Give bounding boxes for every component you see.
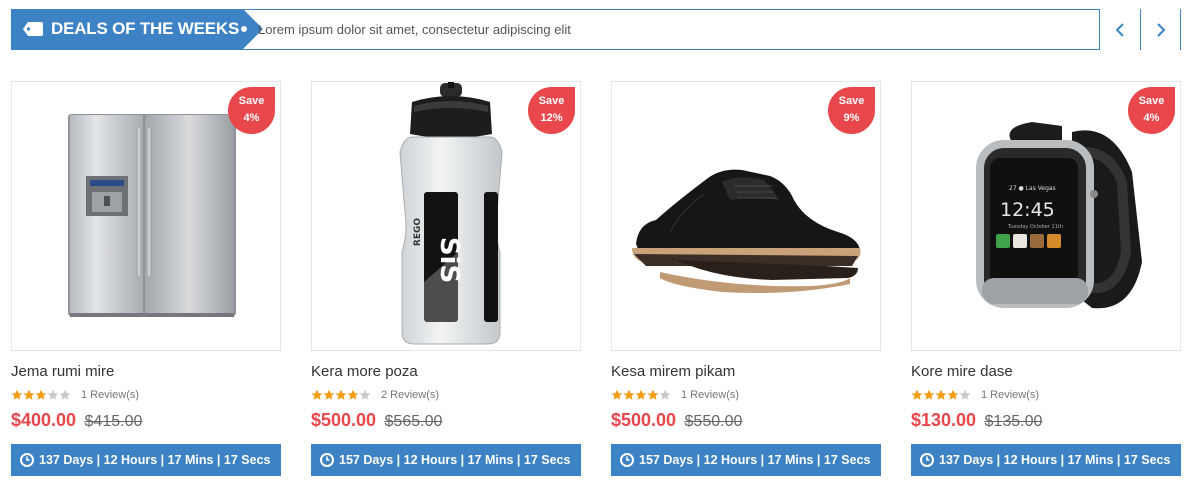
save-percent: 9%	[843, 112, 860, 124]
product-image-link[interactable]: Save 9%	[611, 81, 881, 351]
rating: 1 Review(s)	[911, 388, 1039, 402]
review-count: 2 Review(s)	[381, 389, 440, 401]
countdown-timer: 157 Days | 12 Hours | 17 Mins | 17 Secs	[611, 444, 881, 476]
star-filled-icon	[611, 389, 623, 400]
deals-title: DEALS OF THE WEEKS	[51, 19, 240, 38]
product-grid: Save 4% Jema rumi mire 1 Review(s) $400.…	[11, 81, 1181, 476]
countdown-text: 157 Days | 12 Hours | 17 Mins | 17 Secs	[639, 453, 871, 467]
star-empty-icon	[59, 389, 71, 400]
countdown-text: 137 Days | 12 Hours | 17 Mins | 17 Secs	[939, 453, 1171, 467]
clock-icon	[620, 453, 634, 467]
product-name-link[interactable]: Kore mire dase	[911, 363, 1013, 380]
star-filled-icon	[647, 389, 659, 400]
deals-header-bar: DEALS OF THE WEEKS Lorem ipsum dolor sit…	[11, 9, 1181, 50]
countdown-timer: 137 Days | 12 Hours | 17 Mins | 17 Secs	[911, 444, 1181, 476]
sale-price: $500.00	[611, 410, 677, 430]
save-label: Save	[238, 95, 265, 107]
old-price: $565.00	[384, 413, 443, 430]
star-filled-icon	[347, 389, 359, 400]
clock-icon	[20, 453, 34, 467]
product-card: SiS REGO Save 12% Kera more poza 2 Revie…	[311, 81, 581, 476]
save-percent: 12%	[540, 112, 563, 124]
save-percent: 4%	[1143, 112, 1160, 124]
watch-time: 12:45	[1000, 199, 1055, 221]
save-badge: Save 4%	[1128, 87, 1175, 134]
deals-title-tag: DEALS OF THE WEEKS	[11, 9, 263, 50]
chevron-right-icon	[1156, 22, 1165, 37]
clock-icon	[920, 453, 934, 467]
clock-icon	[320, 453, 334, 467]
svg-text:27 ● Las Vegas: 27 ● Las Vegas	[1009, 185, 1056, 192]
save-label: Save	[1138, 95, 1165, 107]
review-count: 1 Review(s)	[981, 389, 1040, 401]
prev-button[interactable]	[1099, 9, 1140, 50]
star-rating	[311, 389, 371, 401]
save-badge: Save 12%	[528, 87, 575, 134]
countdown-text: 157 Days | 12 Hours | 17 Mins | 17 Secs	[339, 453, 571, 467]
sale-price: $400.00	[11, 410, 77, 430]
old-price: $135.00	[984, 413, 1043, 430]
tag-dot	[241, 26, 247, 32]
save-percent: 4%	[243, 112, 260, 124]
star-filled-icon	[335, 389, 347, 400]
star-filled-icon	[947, 389, 959, 400]
save-label: Save	[838, 95, 865, 107]
product-card: 27 ● Las Vegas 12:45 Tuesday October 11t…	[911, 81, 1181, 476]
price-row: $130.00 $135.00	[911, 410, 1042, 431]
product-image-link[interactable]: 27 ● Las Vegas 12:45 Tuesday October 11t…	[911, 81, 1181, 351]
star-rating	[11, 389, 71, 401]
review-count: 1 Review(s)	[681, 389, 740, 401]
deals-description: Lorem ipsum dolor sit amet, consectetur …	[258, 22, 571, 37]
countdown-timer: 157 Days | 12 Hours | 17 Mins | 17 Secs	[311, 444, 581, 476]
star-empty-icon	[959, 389, 971, 400]
save-badge: Save 9%	[828, 87, 875, 134]
chevron-left-icon	[1115, 22, 1124, 37]
product-image-link[interactable]: SiS REGO Save 12%	[311, 81, 581, 351]
countdown-timer: 137 Days | 12 Hours | 17 Mins | 17 Secs	[11, 444, 281, 476]
tag-icon	[23, 22, 43, 36]
old-price: $415.00	[84, 413, 143, 430]
star-filled-icon	[323, 389, 335, 400]
product-name-link[interactable]: Kera more poza	[311, 363, 418, 380]
product-image-link[interactable]: Save 4%	[11, 81, 281, 351]
svg-text:REGO: REGO	[413, 218, 423, 246]
star-filled-icon	[911, 389, 923, 400]
product-card: Save 4% Jema rumi mire 1 Review(s) $400.…	[11, 81, 281, 476]
star-rating	[611, 389, 671, 401]
price-row: $500.00 $565.00	[311, 410, 442, 431]
sale-price: $130.00	[911, 410, 977, 430]
star-filled-icon	[923, 389, 935, 400]
save-label: Save	[538, 95, 565, 107]
rating: 1 Review(s)	[611, 388, 739, 402]
star-filled-icon	[935, 389, 947, 400]
old-price: $550.00	[684, 413, 743, 430]
star-filled-icon	[311, 389, 323, 400]
star-rating	[911, 389, 971, 401]
rating: 2 Review(s)	[311, 388, 439, 402]
star-filled-icon	[23, 389, 35, 400]
product-name-link[interactable]: Kesa mirem pikam	[611, 363, 735, 380]
countdown-text: 137 Days | 12 Hours | 17 Mins | 17 Secs	[39, 453, 271, 467]
rating: 1 Review(s)	[11, 388, 139, 402]
svg-text:Tuesday October 11th: Tuesday October 11th	[1007, 224, 1063, 230]
review-count: 1 Review(s)	[81, 389, 140, 401]
star-filled-icon	[623, 389, 635, 400]
save-badge: Save 4%	[228, 87, 275, 134]
price-row: $400.00 $415.00	[11, 410, 142, 431]
star-filled-icon	[635, 389, 647, 400]
svg-text:SiS: SiS	[434, 237, 464, 283]
star-empty-icon	[359, 389, 371, 400]
product-name-link[interactable]: Jema rumi mire	[11, 363, 114, 380]
star-filled-icon	[35, 389, 47, 400]
price-row: $500.00 $550.00	[611, 410, 742, 431]
star-filled-icon	[11, 389, 23, 400]
sale-price: $500.00	[311, 410, 377, 430]
next-button[interactable]	[1140, 9, 1181, 50]
product-card: Save 9% Kesa mirem pikam 1 Review(s) $50…	[611, 81, 881, 476]
star-empty-icon	[659, 389, 671, 400]
star-empty-icon	[47, 389, 59, 400]
